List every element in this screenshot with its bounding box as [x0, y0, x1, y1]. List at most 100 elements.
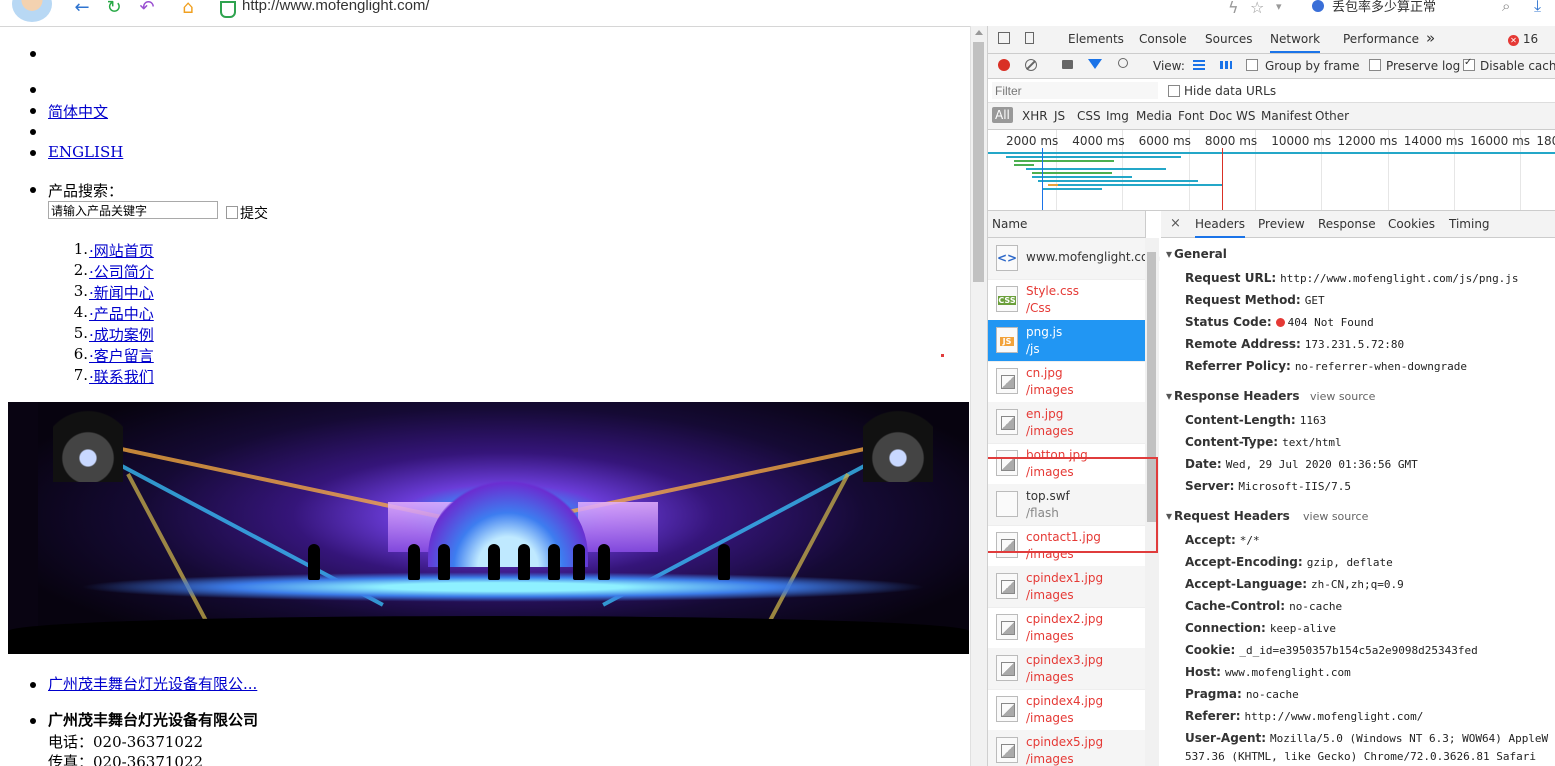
view-source-link[interactable]: view source	[1310, 390, 1375, 403]
type-filter-ws[interactable]: WS	[1236, 109, 1255, 123]
fax-text: 传真：020-36371022	[48, 753, 204, 766]
type-filter-all[interactable]: All	[992, 107, 1013, 123]
close-icon[interactable]: ×	[1170, 216, 1181, 231]
request-headers-header[interactable]: Request Headers	[1166, 509, 1290, 523]
type-filter-doc[interactable]: Doc	[1209, 109, 1232, 123]
request-row[interactable]: cpindex5.jpg/images	[988, 730, 1145, 766]
filter-input[interactable]	[992, 82, 1158, 99]
clear-icon[interactable]	[1025, 59, 1037, 71]
timeline-tick-label: 12000 ms	[1337, 134, 1398, 148]
request-row[interactable]: cn.jpg/images	[988, 361, 1145, 403]
request-row[interactable]: <> www.mofenglight.com	[988, 238, 1160, 280]
company-link[interactable]: 广州茂丰舞台灯光设备有限公...	[48, 673, 257, 694]
page-scrollbar[interactable]	[970, 26, 987, 766]
nav-link[interactable]: ·客户留言	[89, 345, 154, 366]
search-icon[interactable]: ⌕	[1502, 0, 1510, 15]
tab-console[interactable]: Console	[1139, 32, 1187, 46]
more-tabs-icon[interactable]: »	[1426, 29, 1435, 47]
request-name: en.jpg	[1026, 407, 1064, 421]
hide-data-urls-checkbox[interactable]	[1168, 85, 1180, 97]
inspect-element-icon[interactable]	[998, 32, 1010, 44]
filter-icon[interactable]	[1088, 59, 1102, 69]
timeline-tick-label: 14000 ms	[1403, 134, 1464, 148]
request-row[interactable]: cpindex4.jpg/images	[988, 689, 1145, 731]
img-file-icon	[996, 737, 1018, 763]
star-icon[interactable]: ☆	[1250, 0, 1264, 17]
address-bar[interactable]: http://www.mofenglight.com/	[242, 0, 430, 14]
user-avatar[interactable]	[12, 0, 52, 22]
type-filter-xhr[interactable]: XHR	[1022, 109, 1048, 123]
submit-button[interactable]: 提交	[226, 203, 268, 223]
back-arrow-icon[interactable]: ←	[72, 0, 92, 18]
general-header[interactable]: General	[1166, 247, 1227, 261]
list-bullet	[30, 108, 36, 114]
name-column-header[interactable]: Name	[988, 211, 1145, 238]
banner-image	[8, 402, 969, 654]
tab-sources[interactable]: Sources	[1205, 32, 1252, 46]
type-filter-css[interactable]: CSS	[1077, 109, 1101, 123]
tab-elements[interactable]: Elements	[1068, 32, 1124, 46]
preserve-log-checkbox[interactable]	[1369, 59, 1381, 71]
tab-network[interactable]: Network	[1270, 32, 1321, 53]
lang-link-english[interactable]: ENGLISH	[48, 143, 123, 161]
type-filter-other[interactable]: Other	[1315, 109, 1349, 123]
nav-link[interactable]: ·新闻中心	[89, 282, 154, 303]
nav-number: 7.	[73, 366, 88, 384]
scroll-up-arrow-icon[interactable]	[975, 30, 983, 35]
tab-headers[interactable]: Headers	[1195, 217, 1245, 238]
type-filter-manifest[interactable]: Manifest	[1261, 109, 1312, 123]
request-row[interactable]: cpindex3.jpg/images	[988, 648, 1145, 690]
response-headers-header[interactable]: Response Headers	[1166, 389, 1299, 403]
product-search-input[interactable]	[48, 201, 218, 219]
nav-link[interactable]: ·公司简介	[89, 261, 154, 282]
nav-link[interactable]: ·成功案例	[89, 324, 154, 345]
tab-timing[interactable]: Timing	[1449, 217, 1490, 231]
nav-link[interactable]: ·产品中心	[89, 303, 154, 324]
nav-link[interactable]: ·网站首页	[89, 240, 154, 261]
header-field: Cookie: _d_id=e3950357b154c5a2e9098d25343…	[1185, 643, 1478, 657]
request-row[interactable]: cpindex2.jpg/images	[988, 607, 1145, 649]
devtools-tabbar: Elements Console Sources Network Perform…	[988, 26, 1555, 54]
security-shield-icon[interactable]	[220, 1, 236, 18]
network-overview-timeline[interactable]: 2000 ms 4000 ms 6000 ms 8000 ms 10000 ms 1200…	[988, 130, 1555, 211]
search-box[interactable]: 丢包率多少算正常	[1332, 0, 1436, 15]
group-by-frame-checkbox[interactable]	[1246, 59, 1258, 71]
request-row[interactable]: JS png.js/js	[988, 320, 1145, 362]
tab-cookies[interactable]: Cookies	[1388, 217, 1435, 231]
waterfall-view-icon[interactable]	[1220, 61, 1232, 69]
request-row[interactable]: en.jpg/images	[988, 402, 1145, 444]
refresh-icon[interactable]: ↻	[104, 0, 124, 18]
timeline-tick-label: 2000 ms	[1006, 134, 1059, 148]
error-count-badge[interactable]: ✕ 16	[1508, 32, 1538, 46]
request-list: Name <> www.mofenglight.com CSS Style.css/C…	[988, 211, 1160, 766]
lightning-icon[interactable]: ϟ	[1228, 0, 1239, 17]
view-source-link[interactable]: view source	[1303, 510, 1368, 523]
header-field: Referer: http://www.mofenglight.com/	[1185, 709, 1424, 723]
header-field: Request Method: GET	[1185, 293, 1325, 307]
search-icon[interactable]	[1118, 58, 1128, 68]
lang-link-chinese[interactable]: 简体中文	[48, 101, 108, 122]
timeline-tick-label: 4000 ms	[1072, 134, 1125, 148]
dropdown-icon[interactable]: ▾	[1276, 0, 1282, 13]
nav-number: 4.	[73, 303, 88, 321]
undo-icon[interactable]: ↶	[137, 0, 157, 18]
record-icon[interactable]	[998, 59, 1010, 71]
type-filter-media[interactable]: Media	[1136, 109, 1172, 123]
request-row[interactable]: CSS Style.css/Css	[988, 279, 1145, 321]
tab-response[interactable]: Response	[1318, 217, 1376, 231]
device-toolbar-icon[interactable]	[1025, 32, 1034, 44]
scrollbar-thumb[interactable]	[973, 42, 984, 282]
request-row[interactable]: cpindex1.jpg/images	[988, 566, 1145, 608]
type-filter-font[interactable]: Font	[1178, 109, 1204, 123]
tab-preview[interactable]: Preview	[1258, 217, 1305, 231]
disable-cache-checkbox[interactable]	[1463, 57, 1475, 71]
tab-performance[interactable]: Performance	[1343, 32, 1419, 46]
download-icon[interactable]: ⤓	[1534, 0, 1541, 16]
home-icon[interactable]: ⌂	[178, 0, 198, 18]
list-bullet	[30, 87, 36, 93]
nav-link[interactable]: ·联系我们	[89, 366, 154, 387]
large-rows-icon[interactable]	[1193, 60, 1205, 70]
screenshot-camera-icon[interactable]	[1062, 60, 1073, 69]
type-filter-img[interactable]: Img	[1106, 109, 1129, 123]
type-filter-js[interactable]: JS	[1054, 109, 1065, 123]
